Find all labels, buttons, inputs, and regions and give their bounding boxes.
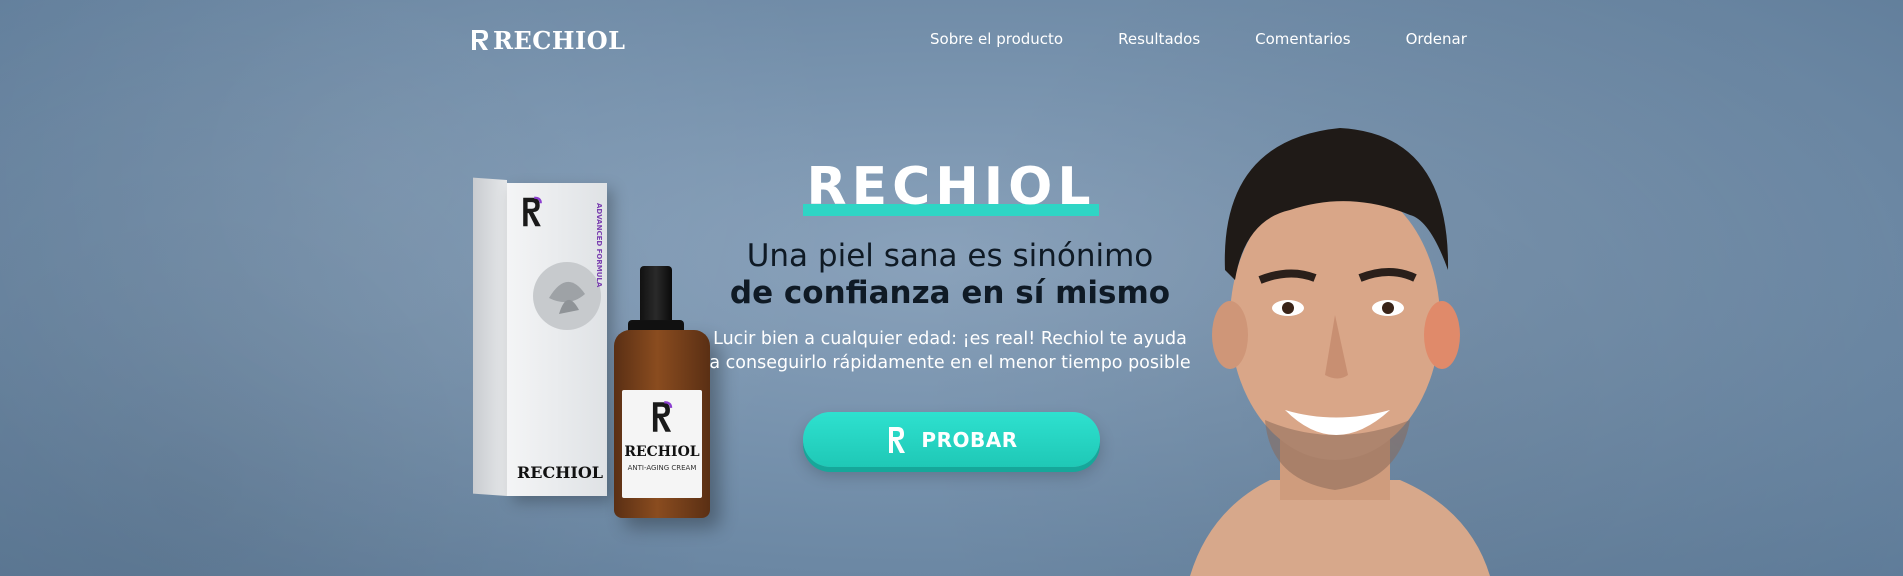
main-nav: Sobre el producto Resultados Comentarios… — [930, 30, 1522, 48]
smiling-man-image — [1190, 128, 1490, 576]
nav-item-sobre-el-producto[interactable]: Sobre el producto — [930, 30, 1063, 48]
probar-button-label: PROBAR — [921, 427, 1018, 452]
product-box-side — [473, 177, 507, 496]
probar-button[interactable]: PROBAR — [803, 412, 1100, 467]
cta-r-logo-icon — [889, 426, 906, 453]
box-brand-label: RECHIOL — [517, 463, 604, 482]
r-logo-icon — [472, 30, 488, 50]
bottle-subtitle: ANTI-AGING CREAM — [627, 464, 697, 472]
hero-title: RECHIOL — [806, 157, 1096, 217]
brand-logo[interactable]: RECHIOL — [470, 25, 626, 55]
box-side-text: ADVANCED FORMULA — [595, 203, 603, 288]
nav-item-comentarios[interactable]: Comentarios — [1255, 30, 1350, 48]
hero-title-block: RECHIOL — [803, 158, 1099, 216]
bottle-r-logo-icon — [652, 401, 673, 432]
logo-text: RECHIOL — [493, 25, 626, 55]
herb-illustration-icon — [533, 262, 601, 330]
nav-item-resultados[interactable]: Resultados — [1118, 30, 1200, 48]
box-r-logo-icon — [523, 196, 542, 227]
product-box: ADVANCED FORMULA RECHIOL — [507, 183, 607, 496]
bottle-label: RECHIOL ANTI-AGING CREAM — [622, 390, 702, 498]
bottle-brand-label: RECHIOL — [624, 444, 700, 460]
nav-item-ordenar[interactable]: Ordenar — [1406, 30, 1467, 48]
